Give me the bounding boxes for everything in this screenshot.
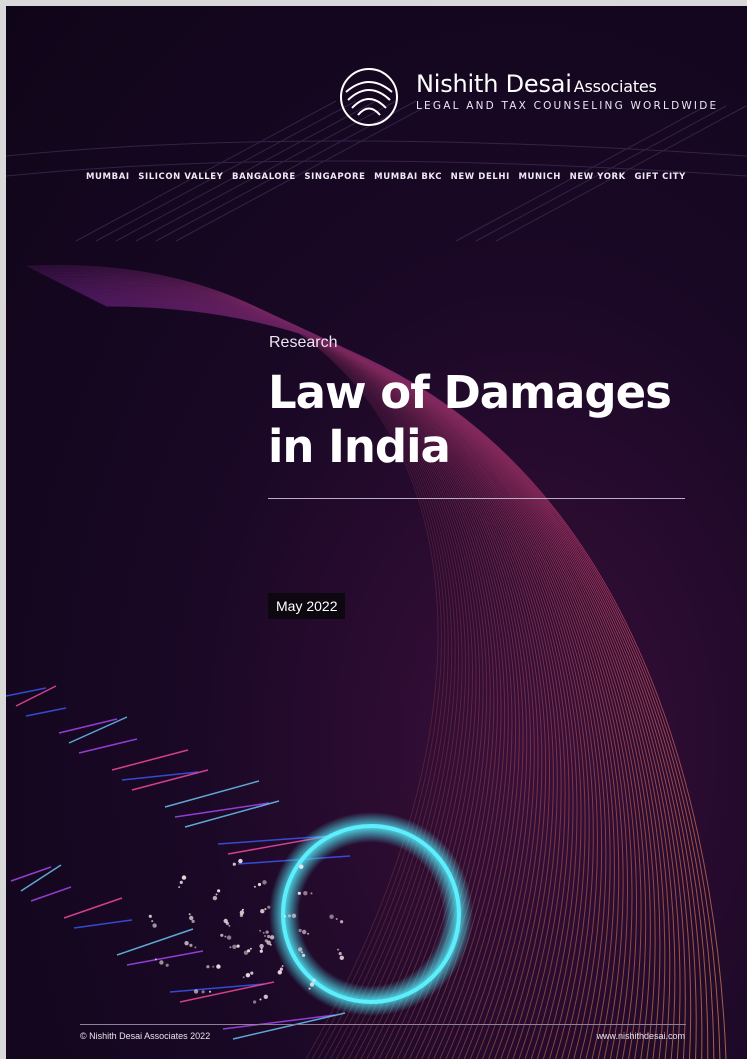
website-link[interactable]: www.nishithdesai.com (596, 1031, 685, 1041)
title-line-2: in India (268, 420, 451, 473)
brand-tagline: LEGAL AND TAX COUNSELING WORLDWIDE (416, 100, 719, 112)
brand-name-primary: Nishith Desai (416, 70, 572, 98)
nda-logo-icon (340, 68, 398, 126)
office-item: SINGAPORE (304, 172, 366, 182)
office-item: SILICON VALLEY (138, 172, 224, 182)
footer-divider (80, 1024, 686, 1025)
title-line-1: Law of Damages (268, 366, 672, 419)
document-type-label: Research (269, 334, 338, 351)
fiber-optic-artwork (6, 100, 747, 1059)
office-item: MUMBAI BKC (374, 172, 443, 182)
title-divider (268, 498, 685, 499)
office-item: BANGALORE (231, 172, 296, 182)
office-item: MUNICH (518, 172, 562, 182)
document-title: Law of Damages in India (268, 366, 708, 474)
office-item: NEW DELHI (450, 172, 510, 182)
cover-page: Nishith Desai Associates LEGAL AND TAX CO… (6, 6, 747, 1059)
brand-name: Nishith Desai Associates (416, 70, 706, 98)
glow-ring (269, 812, 473, 1016)
office-item: GIFT CITY (634, 172, 686, 182)
publication-date: May 2022 (268, 593, 346, 619)
brand-block: Nishith Desai Associates LEGAL AND TAX CO… (416, 70, 719, 112)
copyright-text: © Nishith Desai Associates 2022 (80, 1031, 211, 1041)
office-item: NEW YORK (569, 172, 626, 182)
brand-name-associates: Associates (573, 77, 657, 96)
office-item: MUMBAI (86, 172, 130, 182)
office-list: MUMBAI SILICON VALLEY BANGALORE SINGAPOR… (86, 172, 686, 182)
